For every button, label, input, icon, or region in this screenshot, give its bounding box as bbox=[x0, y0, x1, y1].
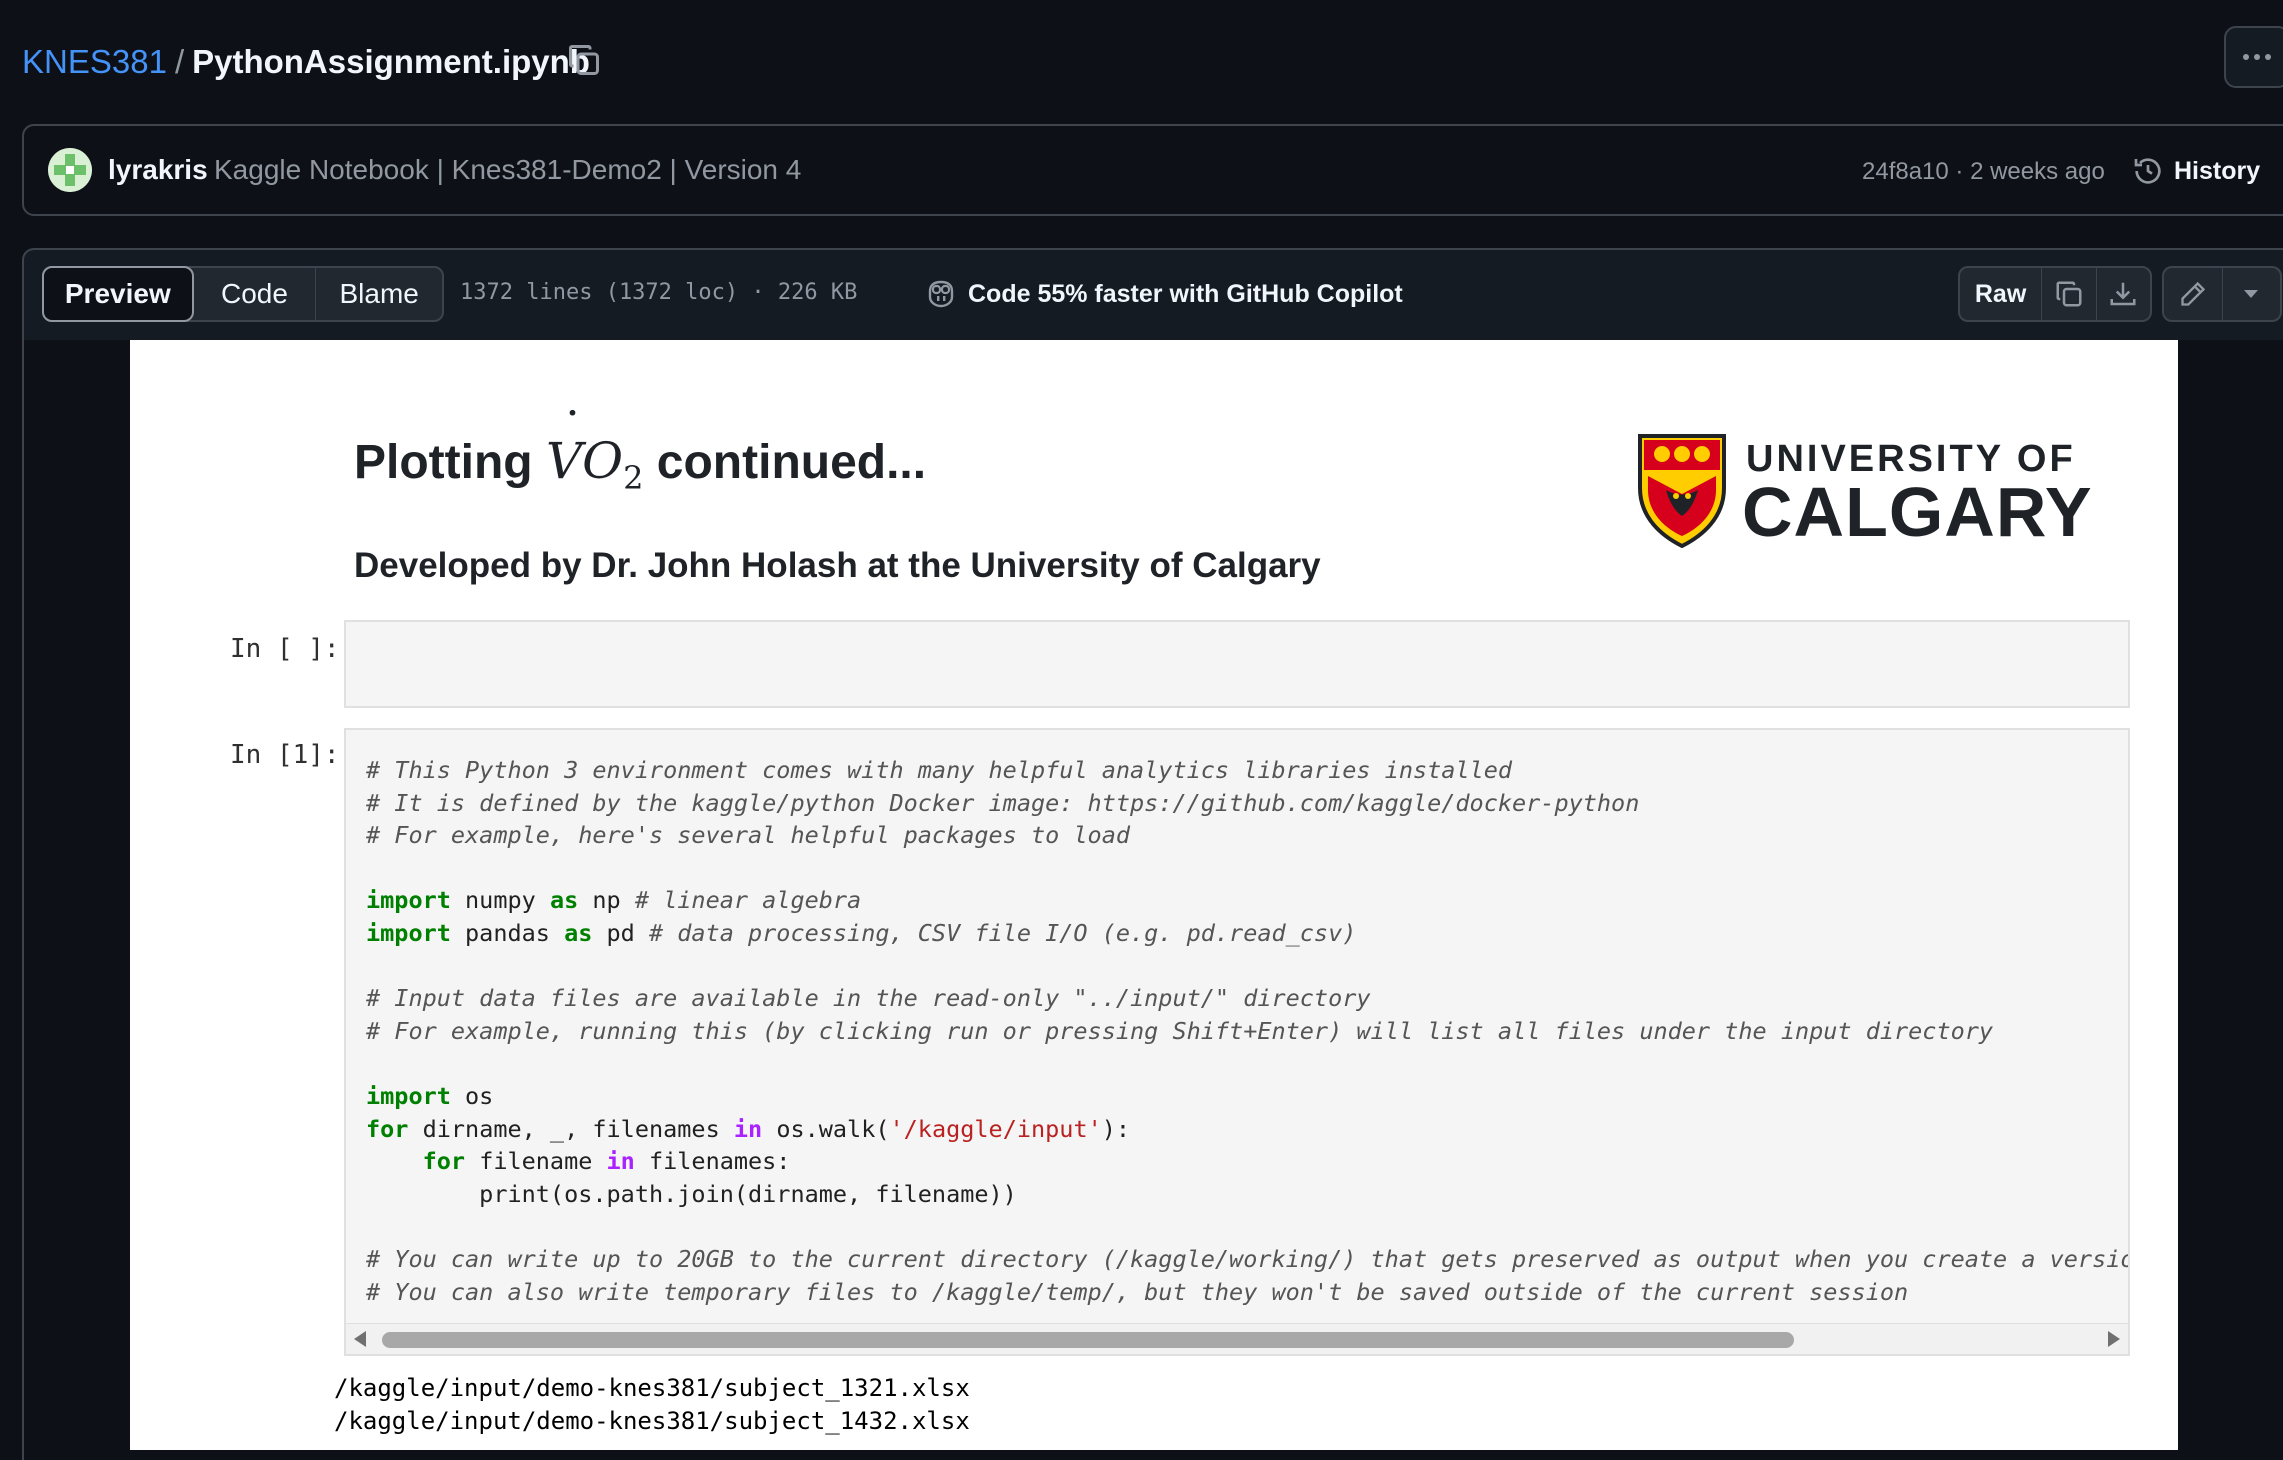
history-button[interactable]: History bbox=[2132, 148, 2260, 194]
file-toolbar: Preview Code Blame 1372 lines (1372 loc)… bbox=[22, 248, 2283, 340]
output-line: /kaggle/input/demo-knes381/subject_1432.… bbox=[334, 1406, 970, 1435]
v-dot-symbol: ˙ V bbox=[546, 402, 585, 490]
logo-calgary: CALGARY bbox=[1742, 473, 2093, 551]
scroll-right-arrow-icon[interactable] bbox=[2108, 1331, 2120, 1347]
dot-mark: ˙ bbox=[559, 402, 585, 460]
commit-author[interactable]: lyrakris bbox=[108, 146, 208, 194]
history-label: History bbox=[2174, 157, 2261, 185]
raw-copy-download-group: Raw bbox=[1958, 266, 2152, 322]
coat-of-arms-icon bbox=[1638, 434, 1726, 548]
download-icon bbox=[2110, 282, 2136, 306]
math-subscript: 2 bbox=[623, 459, 644, 497]
notebook-preview: Plotting ˙ VO2 continued... Developed by … bbox=[130, 340, 2178, 1450]
code-cell: # This Python 3 environment comes with m… bbox=[344, 728, 2130, 1356]
breadcrumb: KNES381/PythonAssignment.ipynb bbox=[22, 38, 590, 86]
title-text-end: continued... bbox=[656, 436, 927, 489]
file-size-info: 1372 lines (1372 loc) · 226 KB bbox=[460, 280, 858, 305]
copy-icon bbox=[569, 45, 599, 75]
chevron-down-icon bbox=[2244, 290, 2259, 298]
horizontal-scrollbar[interactable] bbox=[346, 1323, 2128, 1354]
raw-label: Raw bbox=[1974, 279, 2027, 308]
download-raw-button[interactable] bbox=[2095, 268, 2150, 320]
view-mode-switch: Preview Code Blame bbox=[42, 266, 444, 322]
copilot-promo-link[interactable]: Code 55% faster with GitHub Copilot bbox=[924, 272, 1403, 316]
copilot-promo-text: Code 55% faster with GitHub Copilot bbox=[968, 280, 1403, 308]
file-name: PythonAssignment.ipynb bbox=[192, 43, 590, 80]
title-text-start: Plotting bbox=[354, 436, 533, 489]
tab-code[interactable]: Code bbox=[194, 268, 316, 320]
more-options-button[interactable] bbox=[2224, 26, 2283, 88]
tab-blame[interactable]: Blame bbox=[315, 268, 442, 320]
breadcrumb-separator: / bbox=[174, 43, 185, 80]
cell-output: /kaggle/input/demo-knes381/subject_1321.… bbox=[334, 1372, 970, 1437]
commit-message[interactable]: Kaggle Notebook | Knes381-Demo2 | Versio… bbox=[214, 146, 801, 194]
repo-link[interactable]: KNES381 bbox=[22, 43, 167, 80]
notebook-subtitle: Developed by Dr. John Holash at the Univ… bbox=[354, 546, 1321, 585]
code-block: # This Python 3 environment comes with m… bbox=[366, 756, 2128, 1306]
empty-code-cell bbox=[344, 620, 2130, 708]
edit-group bbox=[2162, 266, 2282, 322]
avatar[interactable] bbox=[48, 148, 92, 192]
edit-file-button[interactable] bbox=[2164, 268, 2222, 320]
notebook-title: Plotting ˙ VO2 continued... bbox=[354, 402, 927, 497]
kebab-icon bbox=[2243, 54, 2271, 60]
pencil-icon bbox=[2181, 281, 2205, 306]
copy-path-button[interactable] bbox=[566, 42, 602, 78]
scroll-left-arrow-icon[interactable] bbox=[354, 1331, 366, 1347]
tab-preview[interactable]: Preview bbox=[42, 266, 194, 322]
vo2-formula: ˙ VO2 bbox=[546, 402, 643, 497]
copy-icon bbox=[2056, 281, 2082, 307]
commit-sha-time[interactable]: 24f8a10 · 2 weeks ago bbox=[1862, 150, 2105, 194]
output-line: /kaggle/input/demo-knes381/subject_1321.… bbox=[334, 1374, 970, 1402]
cell-prompt: In [1]: bbox=[230, 740, 340, 770]
university-logo: UNIVERSITY OF CALGARY bbox=[1636, 432, 2092, 554]
identicon-icon bbox=[48, 148, 92, 192]
latest-commit-bar: lyrakris Kaggle Notebook | Knes381-Demo2… bbox=[22, 124, 2283, 216]
math-var-o: O bbox=[582, 432, 624, 490]
cell-prompt: In [ ]: bbox=[230, 634, 340, 664]
copilot-icon bbox=[928, 280, 954, 308]
raw-button[interactable]: Raw bbox=[1960, 268, 2041, 320]
copy-raw-button[interactable] bbox=[2041, 268, 2095, 320]
history-icon bbox=[2134, 158, 2161, 184]
edit-options-dropdown[interactable] bbox=[2221, 268, 2281, 320]
scrollbar-thumb[interactable] bbox=[382, 1332, 1794, 1348]
